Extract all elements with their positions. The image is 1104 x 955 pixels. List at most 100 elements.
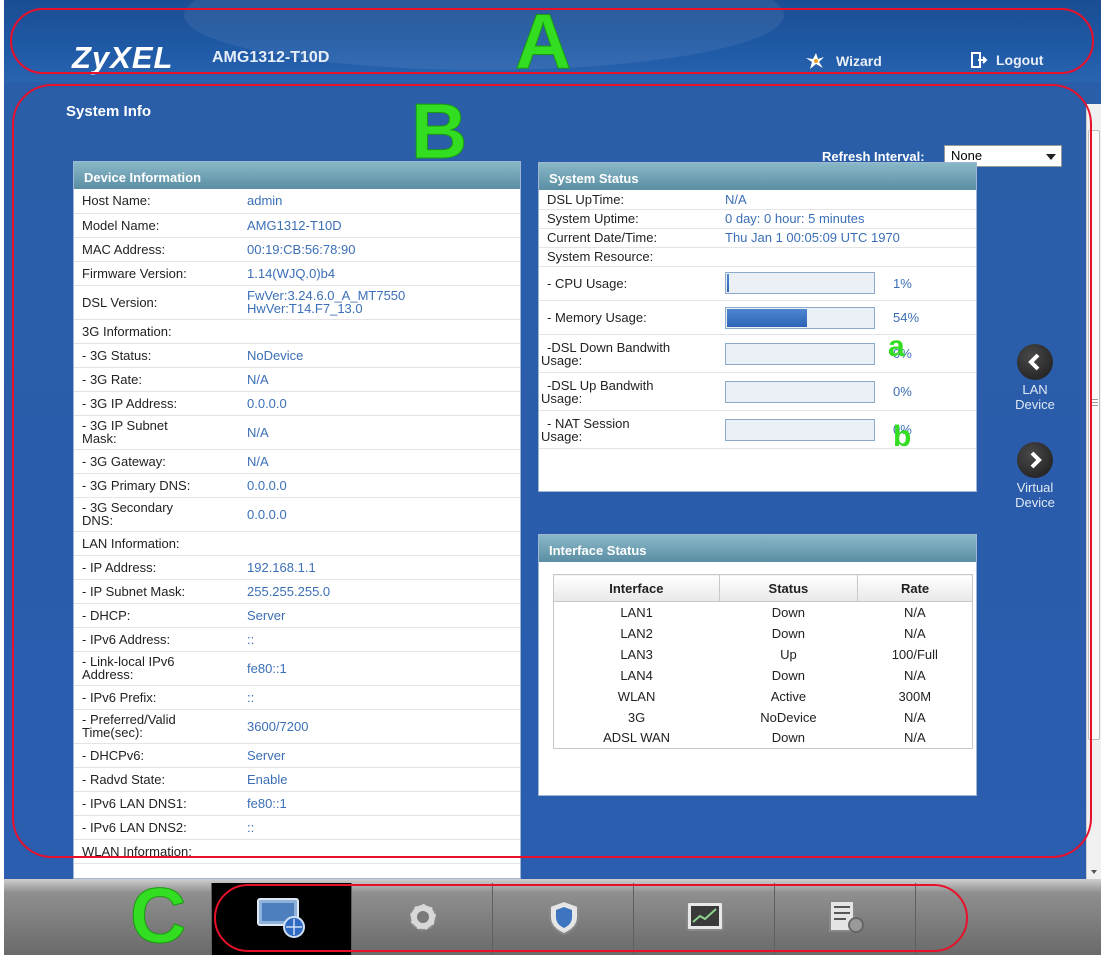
table-row: - 3G Secondary DNS: 0.0.0.0 [74,497,520,532]
monitor-button[interactable] [635,883,775,955]
table-row: 3G Information: [74,319,520,344]
callout-letter-b: B [410,87,468,176]
device-info-value: 192.168.1.1 [239,555,520,580]
table-cell: 100/Full [891,646,938,662]
table-row: Current Date/Time: Thu Jan 1 00:05:09 UT… [539,228,976,248]
callout-letter-small-b: b [893,420,912,453]
device-info-key: Host Name: [74,189,239,214]
device-info-value: :: [239,685,520,710]
table-row: LAN4 Down N/A [554,665,973,686]
callout-letter-c: C [129,871,187,955]
device-info-key: - IPv6 LAN DNS2: [74,815,239,840]
callout-letter-small-a: a [888,330,905,363]
monitor-chart-icon [684,899,726,940]
table-row: System Resource: [539,247,976,267]
scrollbar-thumb[interactable] [1088,130,1100,740]
interface-status-panel: Interface Status Interface Status Rate LAN1… [538,534,977,796]
table-row: DSL Version: FwVer:3.24.6.0_A_MT7550 HwVer… [74,285,520,320]
resource-label: -DSL Down Bandwith Usage: [539,334,717,373]
table-row: LAN3 Up 100/Full [554,644,973,665]
configuration-button[interactable] [353,883,493,955]
table-cell: NoDevice [760,709,817,725]
device-info-key: - Preferred/Valid Time(sec): [74,709,239,744]
table-row: MAC Address: 00:19:CB:56:78:90 [74,237,520,262]
table-row: - 3G Rate: N/A [74,367,520,392]
device-info-value: :: [239,815,520,840]
table-row: -DSL Down Bandwith Usage: 0% [539,334,976,373]
dsl-uptime-value: N/A [717,190,976,210]
device-info-value: Enable [239,767,520,792]
table-row: - 3G Gateway: N/A [74,449,520,474]
table-cell: Down [771,667,806,683]
table-cell: Down [771,604,806,620]
table-row: LAN1 Down N/A [554,602,973,623]
device-info-key: - Radvd State: [74,767,239,792]
usage-bar [725,342,875,365]
chevron-down-icon [1046,154,1056,160]
virtual-device-nav[interactable]: Virtual Device [1010,442,1060,510]
device-info-key: MAC Address: [74,237,239,262]
device-info-value: N/A [239,367,520,392]
vertical-scrollbar[interactable] [1086,104,1101,880]
device-info-value: :: [239,627,520,652]
maintenance-icon [826,897,866,942]
table-row: - IP Address: 192.168.1.1 [74,555,520,580]
device-info-key: DSL Version: [74,285,239,320]
wizard-label: Wizard [836,53,882,69]
resource-label: -DSL Up Bandwith Usage: [539,372,717,411]
table-cell: N/A [903,667,926,683]
table-cell: 3G [627,709,646,725]
maintenance-button[interactable] [776,883,916,955]
resource-label: - Memory Usage: [539,300,717,335]
device-info-value [239,319,520,344]
device-info-value: 0.0.0.0 [239,391,520,416]
device-info-key: Firmware Version: [74,261,239,286]
scroll-down-icon[interactable] [1091,870,1097,874]
device-info-key: - 3G Rate: [74,367,239,392]
table-row: - DHCP: Server [74,603,520,628]
chevron-right-icon [1017,442,1053,478]
lan-device-nav[interactable]: LAN Device [1010,344,1060,412]
table-cell: LAN1 [620,604,653,620]
table-row: - 3G IP Subnet Mask: N/A [74,415,520,450]
device-info-key: - Link-local IPv6 Address: [74,651,239,686]
usage-bar-cell [717,372,885,411]
device-info-value: 00:19:CB:56:78:90 [239,237,520,262]
table-row: - 3G Status: NoDevice [74,343,520,368]
table-cell: N/A [903,604,926,620]
table-cell: N/A [903,625,926,641]
device-info-value [239,839,520,864]
device-info-value: FwVer:3.24.6.0_A_MT7550 HwVer:T14.F7_13.0 [239,285,520,320]
security-button[interactable] [494,883,634,955]
refresh-interval-value: None [951,148,983,163]
device-info-key: - 3G IP Address: [74,391,239,416]
table-row: - CPU Usage: 1% [539,266,976,301]
device-info-value: 0.0.0.0 [239,497,520,532]
device-info-key: - DHCP: [74,603,239,628]
table-cell: Active [770,688,807,704]
device-info-value: N/A [239,449,520,474]
table-row: DSL UpTime: N/A [539,190,976,210]
device-info-value: AMG1312-T10D [239,213,520,238]
column-header: Status [718,574,859,602]
table-cell: LAN2 [620,625,653,641]
logout-link[interactable]: Logout [970,51,1043,69]
table-cell: ADSL WAN [603,730,671,746]
table-cell: N/A [903,709,926,725]
device-info-value: Server [239,743,520,768]
wizard-icon [804,51,828,71]
wizard-link[interactable]: Wizard [804,51,882,71]
chevron-left-icon [1017,344,1053,380]
connection-status-button[interactable] [212,883,352,955]
table-row: LAN2 Down N/A [554,623,973,644]
zyxel-logo: ZyXEL [72,40,174,75]
column-header: Interface [553,574,720,602]
virtual-device-label-line1: Virtual [1016,480,1054,495]
table-row: - Radvd State: Enable [74,767,520,792]
lan-device-label-line2: Device [1015,397,1055,412]
lan-device-label-line1: LAN [1022,382,1048,397]
device-info-value: 3600/7200 [239,709,520,744]
table-row: - IPv6 LAN DNS2::: [74,815,520,840]
interface-status-table: Interface Status Rate LAN1 Down N/A LAN2 Down N/… [553,574,973,749]
table-row: - IPv6 Prefix::: [74,685,520,710]
